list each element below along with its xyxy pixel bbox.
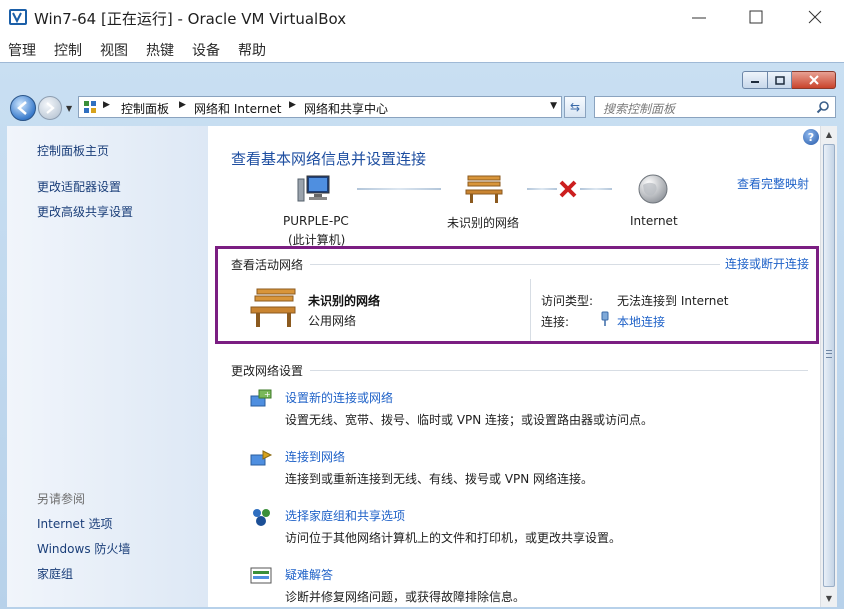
close-icon[interactable] bbox=[804, 6, 826, 28]
scrollbar-thumb[interactable] bbox=[823, 144, 835, 587]
troubleshoot-icon bbox=[250, 567, 272, 584]
breadcrumb-separator-icon: ▶ bbox=[103, 100, 110, 110]
scroll-down-icon[interactable]: ▼ bbox=[821, 590, 837, 607]
maximize-icon[interactable] bbox=[745, 6, 767, 28]
task-troubleshoot-link[interactable]: 疑难解答 bbox=[285, 566, 333, 583]
control-panel-icon bbox=[84, 101, 96, 113]
new-connection-icon: + bbox=[250, 389, 272, 407]
guest-maximize-button[interactable] bbox=[768, 71, 792, 89]
link-windows-firewall[interactable]: Windows 防火墙 bbox=[37, 540, 130, 557]
minimize-icon[interactable] bbox=[688, 6, 710, 28]
arrow-left-icon bbox=[17, 101, 27, 115]
access-type-value: 无法连接到 Internet bbox=[617, 294, 729, 308]
task-connect-network-desc: 连接到或重新连接到无线、有线、拨号或 VPN 网络连接。 bbox=[285, 472, 594, 486]
link-see-full-map[interactable]: 查看完整映射 bbox=[737, 175, 809, 192]
bench-network-icon[interactable] bbox=[249, 285, 299, 329]
virtualbox-icon bbox=[9, 9, 27, 25]
map-connection-line bbox=[580, 188, 612, 190]
search-placeholder: 搜索控制面板 bbox=[603, 102, 676, 116]
active-network-type-link[interactable]: 公用网络 bbox=[308, 312, 356, 329]
access-type-label: 访问类型: bbox=[541, 294, 594, 308]
active-network-name: 未识别的网络 bbox=[308, 294, 381, 308]
task-troubleshoot-desc: 诊断并修复网络问题，或获得故障排除信息。 bbox=[285, 590, 526, 604]
red-x-icon bbox=[559, 180, 577, 198]
refresh-icon: ⇆ bbox=[569, 100, 581, 114]
search-icon[interactable] bbox=[816, 100, 830, 114]
change-settings-heading: 更改网络设置 bbox=[231, 364, 304, 378]
arrow-right-icon bbox=[46, 102, 55, 114]
homegroup-icon bbox=[253, 509, 270, 526]
menu-devices[interactable]: 设备 bbox=[192, 40, 220, 60]
task-connect-network-link[interactable]: 连接到网络 bbox=[285, 448, 345, 465]
breadcrumb-separator-icon: ▶ bbox=[289, 100, 296, 110]
guest-close-button[interactable] bbox=[792, 71, 836, 89]
link-internet-options[interactable]: Internet 选项 bbox=[37, 515, 112, 532]
host-titlebar: Win7-64 [正在运行] - Oracle VM VirtualBox bbox=[0, 0, 844, 36]
page-title: 查看基本网络信息并设置连接 bbox=[231, 150, 427, 168]
menu-help[interactable]: 帮助 bbox=[238, 40, 266, 60]
svg-text:+: + bbox=[264, 390, 271, 399]
globe-icon bbox=[638, 174, 668, 204]
host-window-title: Win7-64 [正在运行] - Oracle VM VirtualBox bbox=[34, 10, 347, 28]
link-homegroup[interactable]: 家庭组 bbox=[37, 565, 73, 582]
task-setup-connection-link[interactable]: 设置新的连接或网络 bbox=[285, 389, 393, 406]
help-icon[interactable]: ? bbox=[803, 129, 819, 145]
computer-name-label: PURPLE-PC bbox=[283, 214, 349, 228]
ethernet-plug-icon bbox=[601, 311, 609, 326]
recent-pages-dropdown-icon[interactable]: ▼ bbox=[66, 104, 72, 113]
breadcrumb-network-sharing-center[interactable]: 网络和共享中心 bbox=[304, 100, 388, 117]
guest-window-controls bbox=[742, 71, 836, 91]
vertical-scrollbar[interactable]: ▲ ▼ bbox=[820, 126, 837, 607]
breadcrumb-separator-icon: ▶ bbox=[179, 100, 186, 110]
link-control-panel-home[interactable]: 控制面板主页 bbox=[37, 142, 109, 159]
task-homegroup-desc: 访问位于其他网络计算机上的文件和打印机，或更改共享设置。 bbox=[285, 531, 622, 545]
left-task-pane: 控制面板主页 更改适配器设置 更改高级共享设置 另请参阅 Internet 选项… bbox=[7, 126, 208, 607]
active-networks-heading: 查看活动网络 bbox=[231, 258, 304, 272]
menu-hotkeys[interactable]: 热键 bbox=[146, 40, 174, 60]
task-homegroup-link[interactable]: 选择家庭组和共享选项 bbox=[285, 507, 405, 524]
network-node-label: 未识别的网络 bbox=[447, 216, 520, 230]
map-connection-line bbox=[357, 188, 441, 190]
search-input[interactable]: 搜索控制面板 bbox=[594, 96, 836, 118]
bench-network-icon bbox=[465, 175, 503, 203]
section-divider bbox=[310, 264, 720, 265]
active-network-divider bbox=[530, 279, 531, 341]
menu-manage[interactable]: 管理 bbox=[8, 40, 36, 60]
link-local-connection[interactable]: 本地连接 bbox=[617, 313, 665, 330]
menu-view[interactable]: 视图 bbox=[100, 40, 128, 60]
task-setup-connection-desc: 设置无线、宽带、拨号、临时或 VPN 连接；或设置路由器或访问点。 bbox=[285, 413, 654, 427]
maximize-icon bbox=[774, 75, 785, 85]
chevron-down-icon[interactable]: ▼ bbox=[550, 101, 557, 111]
see-also-heading: 另请参阅 bbox=[37, 492, 86, 506]
internet-node-label: Internet bbox=[630, 214, 678, 228]
minimize-icon bbox=[751, 81, 759, 83]
breadcrumb-control-panel[interactable]: 控制面板 bbox=[121, 100, 169, 117]
back-button[interactable] bbox=[10, 95, 36, 121]
forward-button[interactable] bbox=[38, 96, 62, 120]
scroll-up-icon[interactable]: ▲ bbox=[821, 126, 837, 143]
connection-label: 连接: bbox=[541, 315, 570, 329]
computer-icon bbox=[297, 175, 330, 202]
link-change-advanced-sharing[interactable]: 更改高级共享设置 bbox=[37, 203, 133, 220]
close-icon bbox=[808, 75, 819, 85]
guest-minimize-button[interactable] bbox=[742, 71, 768, 89]
map-connection-line bbox=[527, 188, 557, 190]
grip-icon bbox=[826, 350, 832, 358]
link-connect-disconnect[interactable]: 连接或断开连接 bbox=[725, 255, 809, 272]
refresh-button[interactable]: ⇆ bbox=[564, 96, 586, 118]
breadcrumb-network-internet[interactable]: 网络和 Internet bbox=[194, 100, 281, 117]
section-divider bbox=[310, 370, 808, 371]
menu-control[interactable]: 控制 bbox=[54, 40, 82, 60]
address-bar[interactable]: ▶ 控制面板 ▶ 网络和 Internet ▶ 网络和共享中心 ▼ bbox=[78, 96, 562, 118]
link-change-adapter-settings[interactable]: 更改适配器设置 bbox=[37, 178, 121, 195]
host-menubar: 管理 控制 视图 热键 设备 帮助 bbox=[0, 36, 844, 62]
connect-network-icon bbox=[250, 450, 273, 466]
